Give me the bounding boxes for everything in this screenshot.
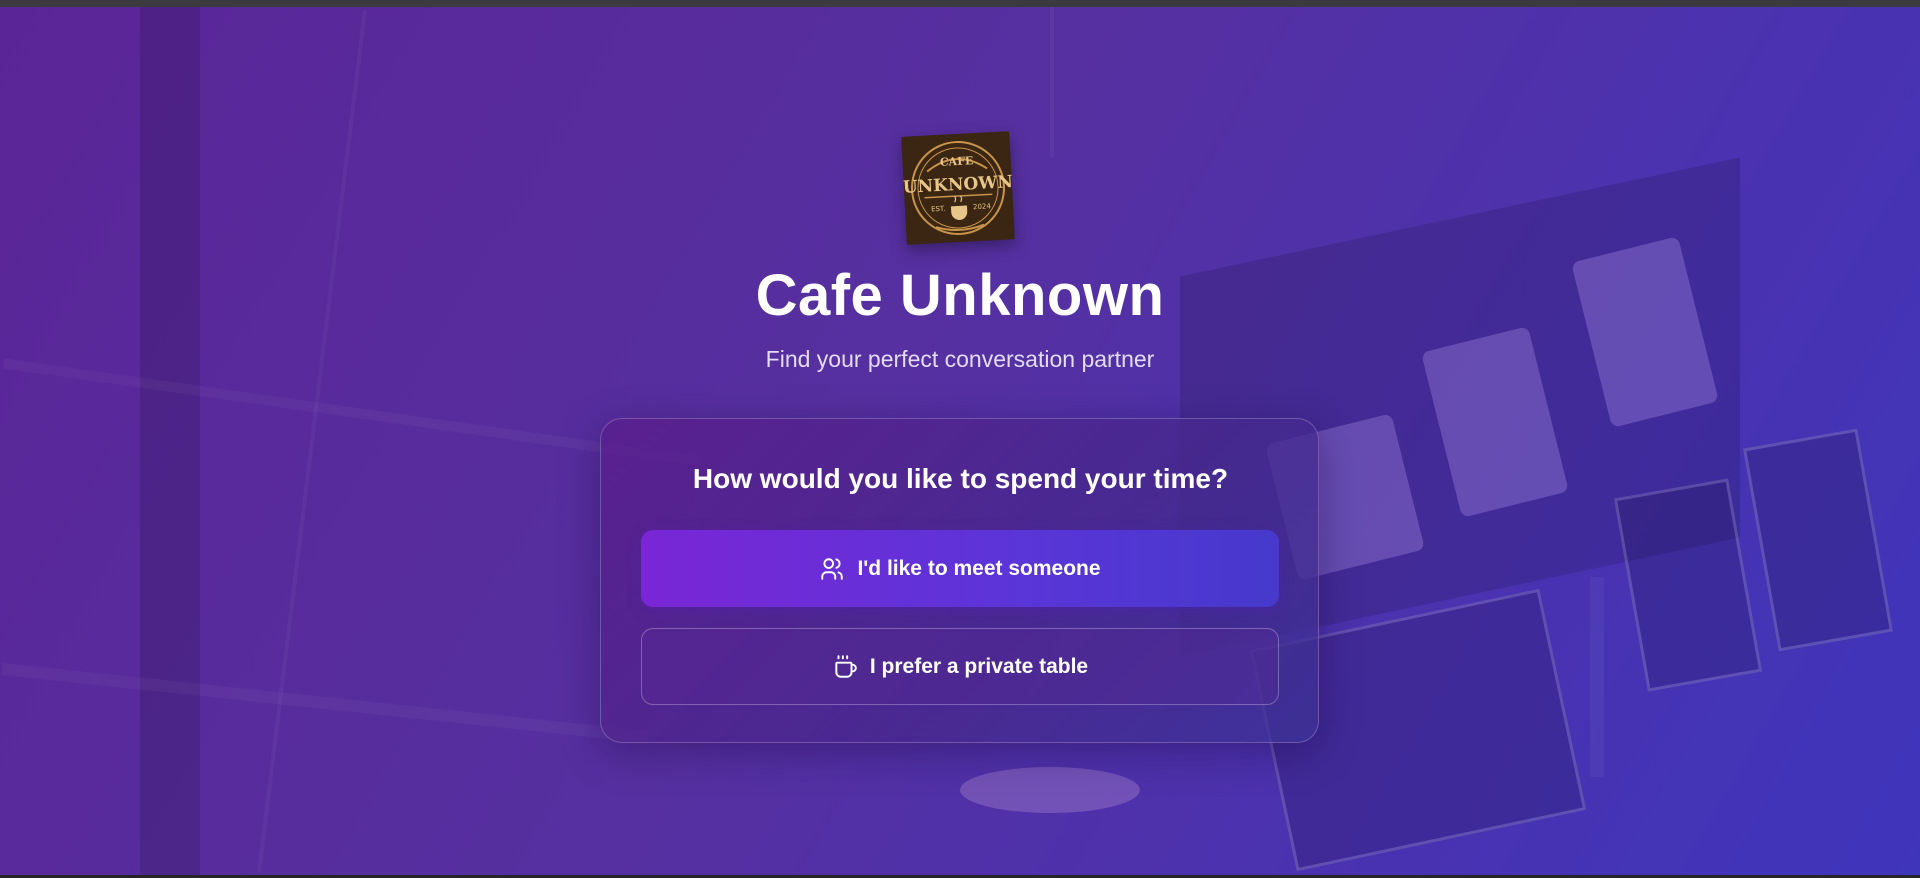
private-table-label: I prefer a private table [869, 654, 1089, 678]
logo-cafe-text: CAFE [940, 154, 974, 169]
meet-someone-label: I'd like to meet someone [857, 556, 1101, 580]
logo-year-text: 2024 [973, 202, 992, 211]
logo-est-text: EST. [931, 205, 946, 214]
meet-someone-button[interactable]: I'd like to meet someone [641, 530, 1279, 607]
page-subtitle: Find your perfect conversation partner [765, 346, 1155, 372]
landing-view: CAFE UNKNOWN EST. 2024 Cafe Unknown Find… [0, 0, 1920, 878]
choice-card: How would you like to spend your time? I… [600, 418, 1319, 743]
page-title: Cafe Unknown [755, 263, 1165, 328]
private-table-button[interactable]: I prefer a private table [641, 628, 1279, 705]
users-icon [819, 556, 845, 582]
coffee-cup-icon [832, 654, 858, 680]
cafe-unknown-logo-icon: CAFE UNKNOWN EST. 2024 [901, 131, 1015, 245]
card-heading: How would you like to spend your time? [692, 463, 1229, 494]
